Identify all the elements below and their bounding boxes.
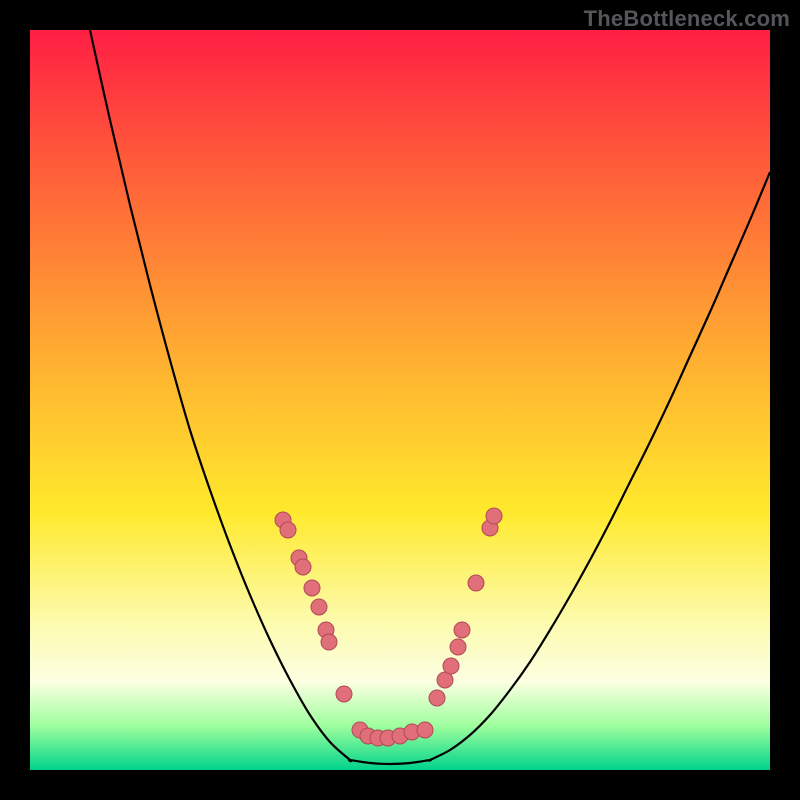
data-point-marker — [417, 722, 433, 738]
data-point-marker — [486, 508, 502, 524]
data-point-marker — [336, 686, 352, 702]
watermark-text: TheBottleneck.com — [584, 6, 790, 32]
data-point-marker — [443, 658, 459, 674]
data-point-marker — [450, 639, 466, 655]
bottleneck-curve — [90, 30, 770, 764]
data-point-marker — [321, 634, 337, 650]
data-point-marker — [454, 622, 470, 638]
data-point-marker — [311, 599, 327, 615]
curve-group — [90, 30, 770, 764]
data-point-marker — [280, 522, 296, 538]
data-point-marker — [468, 575, 484, 591]
marker-group — [275, 508, 502, 746]
data-point-marker — [304, 580, 320, 596]
bottleneck-curve-chart — [30, 30, 770, 770]
data-point-marker — [295, 559, 311, 575]
data-point-marker — [429, 690, 445, 706]
